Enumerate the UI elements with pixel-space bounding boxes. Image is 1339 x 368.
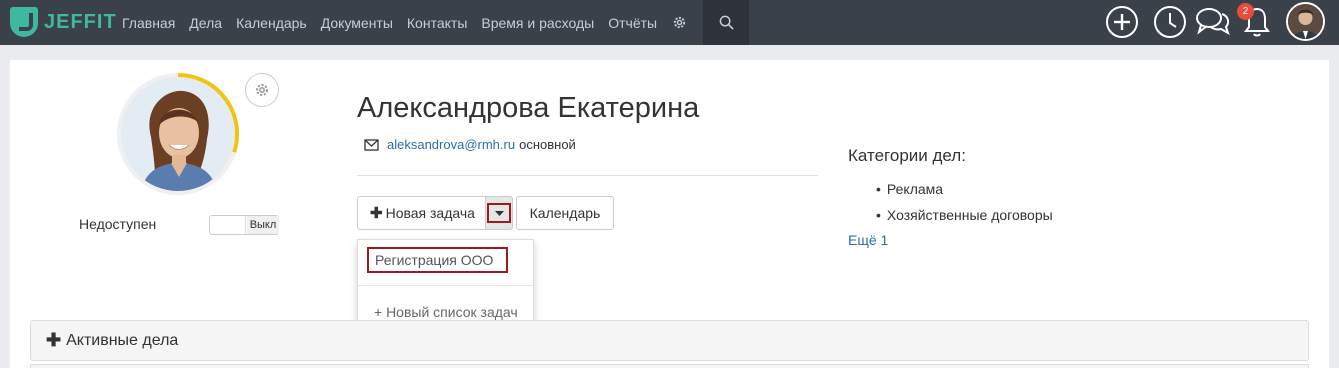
clock-icon[interactable] <box>1151 3 1189 41</box>
new-task-label: Новая задача <box>385 205 475 221</box>
profile-settings-button[interactable] <box>245 73 279 107</box>
new-task-dropdown-toggle[interactable] <box>485 196 513 230</box>
plus-icon: ✚ <box>370 205 383 222</box>
dropdown-divider <box>358 285 533 286</box>
toggle-knob <box>210 216 246 234</box>
categories-title: Категории дел: <box>848 146 966 165</box>
search-icon[interactable] <box>703 0 749 45</box>
availability-toggle[interactable]: Выкл <box>209 215 279 235</box>
categories-list: Реклама Хозяйственные договоры <box>876 176 1053 228</box>
contact-name: Александрова Екатерина <box>357 92 700 124</box>
expand-plus-icon: ✚ <box>46 330 62 350</box>
dropdown-item-new-task-list[interactable]: + Новый список задач <box>374 304 518 320</box>
nav-item-calendar[interactable]: Календарь <box>229 15 314 31</box>
envelope-icon <box>364 138 379 151</box>
chat-icon[interactable] <box>1194 3 1232 41</box>
nav-item-reports[interactable]: Отчёты <box>601 15 664 31</box>
gear-icon[interactable] <box>664 0 694 45</box>
nav-item-documents[interactable]: Документы <box>314 15 400 31</box>
calendar-button[interactable]: Календарь <box>516 196 614 230</box>
contact-photo <box>121 77 235 191</box>
toggle-off-label: Выкл <box>247 216 279 234</box>
next-section-header[interactable] <box>30 364 1309 368</box>
logo-mark-icon <box>10 7 38 37</box>
gear-icon <box>256 84 268 96</box>
top-navbar: JEFFIT Главная Дела Календарь Документы … <box>0 0 1339 45</box>
caret-highlight <box>487 203 511 223</box>
logo-text: JEFFIT <box>44 10 117 33</box>
notification-badge: 2 <box>1237 3 1254 20</box>
main-menu: Главная Дела Календарь Документы Контакт… <box>115 0 694 45</box>
caret-down-icon <box>494 210 504 216</box>
category-item[interactable]: Хозяйственные договоры <box>876 202 1053 228</box>
categories-more-link[interactable]: Ещё 1 <box>848 232 888 248</box>
calendar-button-label: Календарь <box>529 205 601 221</box>
nav-item-time-expenses[interactable]: Время и расходы <box>474 15 601 31</box>
email-tag: основной <box>519 137 576 152</box>
active-cases-section-header[interactable]: ✚ Активные дела <box>30 320 1309 361</box>
email-link[interactable]: aleksandrova@rmh.ru <box>387 137 515 152</box>
dropdown-item-llc-registration[interactable]: Регистрация ООО <box>367 247 508 273</box>
nav-item-cases[interactable]: Дела <box>182 15 229 31</box>
plus-circle-icon[interactable] <box>1103 3 1141 41</box>
category-item[interactable]: Реклама <box>876 176 1053 202</box>
contact-avatar <box>116 72 240 196</box>
nav-item-contacts[interactable]: Контакты <box>400 15 474 31</box>
user-avatar[interactable] <box>1286 2 1325 41</box>
divider <box>357 175 818 176</box>
new-task-button[interactable]: ✚ Новая задача <box>357 196 486 230</box>
nav-item-home[interactable]: Главная <box>115 15 182 31</box>
email-row: aleksandrova@rmh.ru основной <box>364 137 576 152</box>
availability-label: Недоступен <box>79 216 157 232</box>
app-logo[interactable]: JEFFIT <box>10 5 117 39</box>
active-cases-label: Активные дела <box>66 331 179 349</box>
